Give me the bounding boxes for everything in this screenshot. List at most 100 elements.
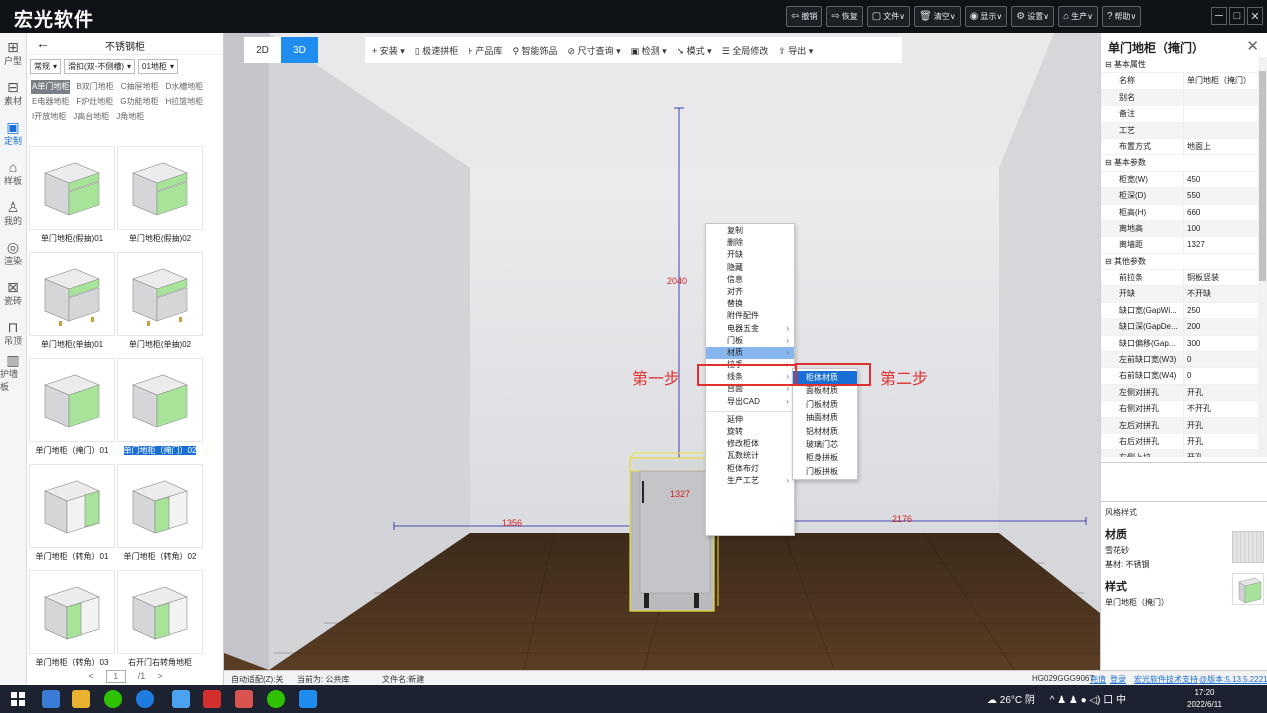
context-menu-item[interactable]: 复制 [706, 225, 794, 237]
property-value[interactable]: 200 [1184, 319, 1258, 336]
property-value[interactable]: 开孔 [1184, 385, 1258, 402]
recharge-link[interactable]: 充值 [1090, 674, 1106, 685]
trash-button[interactable]: 🗑 清空∨ [914, 6, 961, 27]
tab-3d[interactable]: 3D [281, 37, 318, 63]
context-menu-item[interactable]: 旋转 [706, 426, 794, 438]
property-value[interactable]: 铜板竖装 [1184, 270, 1258, 287]
next-page-button[interactable]: > [157, 671, 162, 681]
property-row[interactable]: 别名 [1101, 89, 1258, 107]
weather-widget[interactable]: ☁ 26°C 阴 [987, 695, 1035, 706]
property-value[interactable]: 单门地柜（掩门） [1184, 73, 1258, 90]
submenu-item[interactable]: 铝材材质 [793, 425, 857, 438]
catalog-item[interactable]: 单门地柜（转角）02 [117, 464, 203, 570]
property-value[interactable]: 100 [1184, 221, 1258, 238]
property-row[interactable]: 前拉条 铜板竖装 [1101, 270, 1258, 287]
catalog-item[interactable]: 单门地柜(单抽)02 [117, 252, 203, 358]
catalog-item-thumbnail[interactable] [29, 146, 115, 230]
category-tag[interactable]: H拉篮地柜 [164, 95, 204, 109]
category-tag[interactable]: G功能地柜 [119, 95, 159, 109]
viewport-tool[interactable]: ☰ 全局修改 [722, 44, 769, 57]
submenu-item[interactable]: 抽面材质 [793, 411, 857, 424]
category-tag[interactable]: J角地柜 [115, 110, 145, 124]
property-row[interactable]: 开缺 不开缺 [1101, 286, 1258, 303]
property-row[interactable]: 离地高 100 [1101, 220, 1258, 238]
wps-icon[interactable] [203, 690, 221, 708]
catalog-item-thumbnail[interactable] [29, 252, 115, 336]
submenu-item[interactable]: 面板材质 [793, 384, 857, 397]
submenu-item[interactable]: 门板拼板 [793, 465, 857, 478]
property-value[interactable]: 660 [1184, 205, 1258, 221]
catalog-item-thumbnail[interactable] [117, 464, 203, 548]
property-value[interactable]: 300 [1184, 336, 1258, 353]
style-thumbnail[interactable] [1232, 573, 1264, 605]
catalog-item[interactable]: 单门地柜（掩门）02 [117, 358, 203, 464]
catalog-item-thumbnail[interactable] [117, 570, 203, 654]
context-menu-item[interactable]: 隐藏 [706, 262, 794, 274]
hongguang-app-icon[interactable] [172, 690, 190, 708]
property-value[interactable]: 1327 [1184, 237, 1258, 254]
submenu-item[interactable]: 柜身拼板 [793, 451, 857, 464]
filter-select-2[interactable]: 01地柜 ▾ [138, 59, 178, 74]
tab-2d[interactable]: 2D [244, 37, 281, 63]
file-button[interactable]: ▢ 文件∨ [866, 6, 911, 27]
property-row[interactable]: 缺口宽(GapWi... 250 [1101, 302, 1258, 320]
category-tag[interactable]: B双门地柜 [75, 80, 114, 94]
version-link[interactable]: @版本:5.13.5.2221 [1199, 674, 1267, 685]
auto-fit-status[interactable]: 自动适配(Z):关 [231, 674, 283, 685]
context-menu-item[interactable]: 附件配件 [706, 310, 794, 322]
catalog-item-thumbnail[interactable] [117, 146, 203, 230]
submenu-item[interactable]: 门板材质 [793, 398, 857, 411]
windows-start-icon[interactable] [10, 691, 26, 707]
file-explorer-icon[interactable] [72, 690, 90, 708]
context-menu-item[interactable]: 开缺 [706, 249, 794, 261]
context-menu-item[interactable]: 导出CAD › [706, 396, 794, 408]
property-value[interactable]: 地面上 [1184, 139, 1258, 156]
context-menu-item[interactable]: 修改柜体 [706, 438, 794, 450]
category-tag[interactable]: A单门地柜 [31, 80, 71, 94]
context-menu-item[interactable]: 延伸 [706, 414, 794, 426]
viewport-tool[interactable]: + 安装 ▾ [372, 44, 405, 57]
catalog-item[interactable]: 单门地柜(单抽)01 [29, 252, 115, 358]
filter-select-0[interactable]: 常规 ▾ [30, 59, 62, 74]
property-row[interactable]: 左侧上拉开孔 [1101, 450, 1258, 457]
property-row[interactable]: 缺口深(GapDe... 200 [1101, 319, 1258, 336]
catalog-item[interactable]: 单门地柜（掩门）01 [29, 358, 115, 464]
catalog-item-thumbnail[interactable] [117, 358, 203, 442]
context-menu-item[interactable]: 替换 [706, 298, 794, 310]
property-value[interactable] [1184, 106, 1258, 123]
rail-item-custom[interactable]: ▣ 定制 [0, 113, 26, 153]
property-row[interactable]: 缺口偏移(Gap... 300 [1101, 335, 1258, 353]
category-tag[interactable]: J高台地柜 [72, 110, 110, 124]
support-link[interactable]: 宏光软件技术支持 [1134, 674, 1198, 685]
login-link[interactable]: 登录 [1110, 674, 1126, 685]
properties-scrollbar[interactable] [1258, 57, 1267, 457]
viewport-tool[interactable]: ⊘ 尺寸查询 ▾ [568, 44, 621, 57]
gear-button[interactable]: ⚙ 设置∨ [1011, 6, 1055, 27]
property-row[interactable]: 左后对拼孔 开孔 [1101, 417, 1258, 434]
category-tag[interactable]: I开放地柜 [31, 110, 67, 124]
calculator-app-icon[interactable] [42, 690, 60, 708]
context-menu-item[interactable]: 生产工艺 › [706, 475, 794, 487]
catalog-item[interactable]: 单门地柜(假抽)02 [117, 146, 203, 252]
context-menu-item[interactable]: 删除 [706, 237, 794, 249]
catalog-item-thumbnail[interactable] [29, 464, 115, 548]
property-value[interactable]: 550 [1184, 188, 1258, 205]
context-menu-item[interactable]: 柜体布灯 [706, 463, 794, 475]
property-group-header[interactable]: ⊟ 其他参数 [1101, 254, 1258, 271]
context-menu-item[interactable]: 信息 [706, 274, 794, 286]
browser-icon[interactable] [136, 690, 154, 708]
context-menu-item[interactable]: 电器五金 › [706, 323, 794, 335]
undo-button[interactable]: ⇦ 撤销 [786, 6, 823, 27]
property-row[interactable]: 离墙距 1327 [1101, 237, 1258, 254]
property-row[interactable]: 右前缺口宽(W4) 0 [1101, 368, 1258, 385]
redo-button[interactable]: ⇨ 恢复 [826, 6, 863, 27]
property-value[interactable]: 0 [1184, 352, 1258, 369]
rail-item-user[interactable]: ♙ 我的 [0, 193, 26, 233]
viewport-tool[interactable]: ⚲ 智能饰品 [512, 44, 557, 57]
property-group-header[interactable]: ⊟ 基本参数 [1101, 155, 1258, 172]
rail-item-floorplan[interactable]: ⊞ 户型 [0, 33, 26, 73]
snipping-tool-icon[interactable] [299, 690, 317, 708]
context-menu-item[interactable]: 门板 › [706, 335, 794, 347]
eye-button[interactable]: ◉ 显示∨ [964, 6, 1008, 27]
help-button[interactable]: ? 帮助∨ [1101, 6, 1142, 27]
